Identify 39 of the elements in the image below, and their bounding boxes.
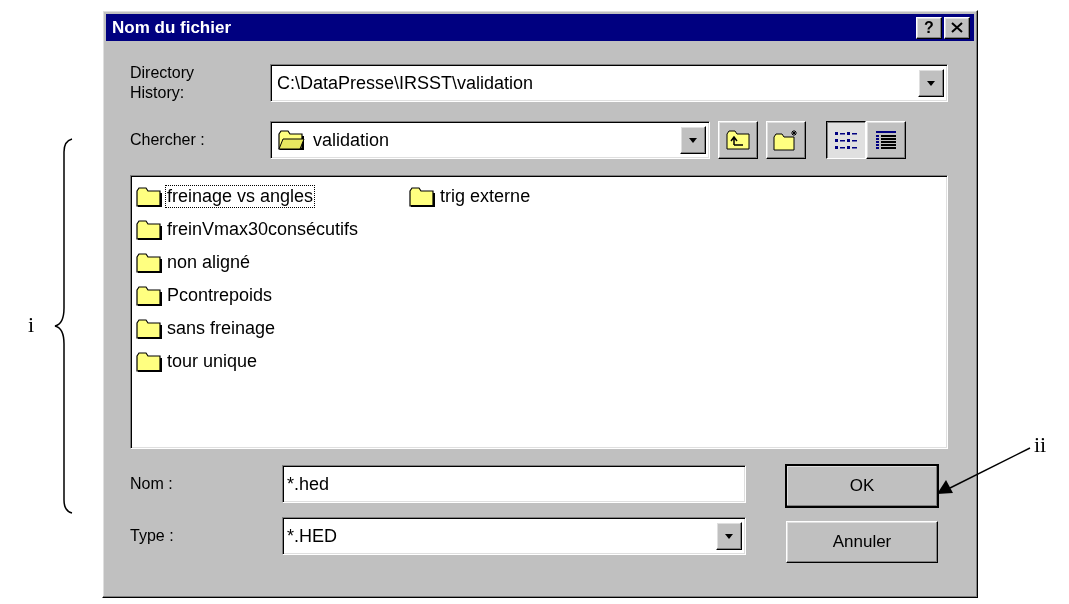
folder-item[interactable]: Pcontrepoids [165, 284, 275, 307]
field-label: Type : [130, 526, 175, 546]
annotation-label: ii [1034, 432, 1047, 458]
folder-icon [135, 185, 163, 208]
folder-icon [277, 129, 305, 151]
annotation-label: i [28, 312, 35, 338]
filename-field[interactable]: *.hed [282, 465, 746, 503]
folder-item[interactable]: non aligné [165, 251, 253, 274]
window-title: Nom du fichier [112, 17, 231, 38]
folder-item[interactable]: freinVmax30consécutifs [165, 218, 361, 241]
details-view-icon [873, 129, 899, 151]
close-button[interactable] [944, 16, 970, 39]
folder-icon [408, 185, 437, 208]
folder-icon [135, 317, 163, 340]
ok-button[interactable]: OK [786, 465, 938, 507]
dropdown-button[interactable] [716, 522, 742, 550]
folder-item[interactable]: tour unique [165, 350, 260, 373]
new-folder-icon [772, 128, 800, 152]
folder-item[interactable]: freinage vs angles [165, 185, 316, 208]
folder-icon [135, 251, 163, 274]
look-in-dropdown[interactable]: validation [270, 121, 710, 159]
folder-icon [135, 284, 163, 307]
folder-item[interactable]: sans freinage [165, 317, 278, 340]
field-label: Nom : [130, 474, 174, 494]
help-button[interactable]: ? [916, 16, 942, 39]
cancel-button[interactable]: Annuler [786, 521, 938, 563]
toolbar-button[interactable] [826, 121, 866, 159]
dropdown-button[interactable] [680, 126, 706, 154]
field-label: Directory History: [130, 63, 195, 103]
folder-icon [135, 218, 163, 241]
close-icon [951, 22, 963, 33]
folder-item[interactable]: trig externe [438, 185, 533, 208]
dropdown-button[interactable] [918, 69, 944, 97]
file-type-dropdown[interactable]: *.HED [282, 517, 746, 555]
list-view-icon [833, 129, 859, 151]
field-label: Chercher : [130, 130, 206, 150]
directory-history-dropdown[interactable]: C:\DataPresse\IRSST\validation [270, 64, 948, 102]
folder-up-icon [725, 129, 751, 151]
folder-icon [135, 350, 163, 373]
